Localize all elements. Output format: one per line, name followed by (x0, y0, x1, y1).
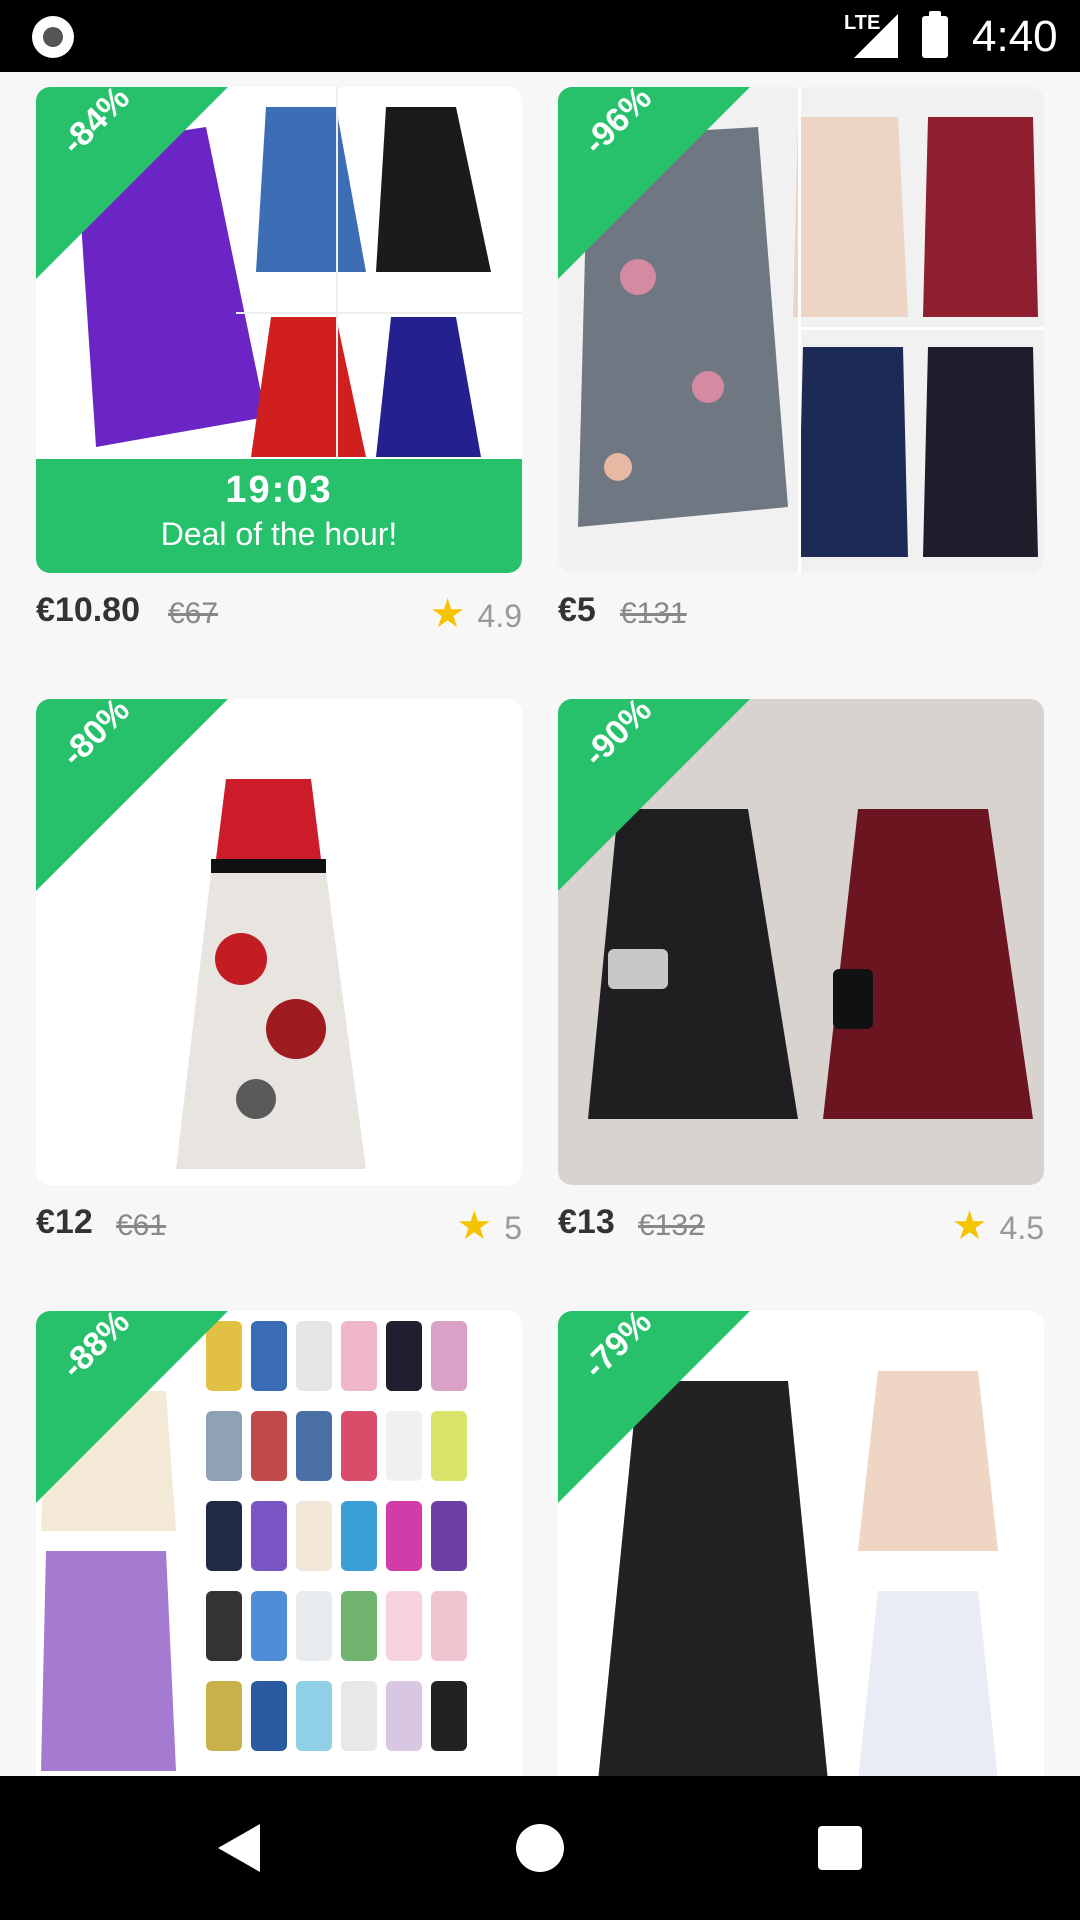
discount-ribbon (558, 699, 750, 891)
home-icon[interactable] (516, 1824, 564, 1872)
deal-banner: 19:03 Deal of the hour! (36, 459, 522, 573)
product-card[interactable]: -79% (558, 1311, 1044, 1776)
navigation-bar (0, 1776, 1080, 1920)
deal-timer: 19:03 (225, 469, 333, 511)
discount-ribbon (36, 699, 228, 891)
rating: ★ 4.5 (951, 1204, 1044, 1248)
old-price: €67 (168, 597, 219, 630)
product-card[interactable]: -80% €12 €61 ★ 5 (36, 699, 522, 1248)
star-icon: ★ (456, 1204, 493, 1248)
price: €5 (558, 591, 596, 629)
product-card[interactable]: -96% €5 €131 (558, 87, 1044, 630)
star-icon: ★ (951, 1204, 988, 1248)
signal-icon (854, 14, 898, 58)
clock: 4:40 (972, 12, 1058, 61)
product-card[interactable]: -88% (36, 1311, 522, 1776)
price: €10.80 (36, 591, 140, 629)
product-grid[interactable]: -84% 19:03 Deal of the hour! €10.80 €67 … (0, 72, 1080, 1776)
rating: ★ 5 (456, 1204, 522, 1248)
rating: ★ 4.9 (429, 592, 522, 636)
recent-apps-icon[interactable] (818, 1826, 862, 1870)
status-bar: LTE 4:40 (0, 0, 1080, 72)
discount-ribbon (558, 1311, 750, 1503)
deal-label: Deal of the hour! (160, 516, 398, 552)
discount-ribbon (36, 1311, 228, 1503)
star-icon: ★ (429, 592, 466, 636)
discount-ribbon (36, 87, 228, 279)
old-price: €132 (638, 1209, 705, 1242)
price: €12 (36, 1203, 93, 1241)
product-image[interactable]: -84% 19:03 Deal of the hour! (36, 87, 522, 573)
battery-icon (922, 11, 948, 58)
back-icon[interactable] (218, 1824, 260, 1872)
product-image[interactable]: -90% (558, 699, 1044, 1185)
product-image[interactable]: -96% (558, 87, 1044, 573)
product-image[interactable]: -80% (36, 699, 522, 1185)
product-card[interactable]: -90% €13 €132 ★ 4.5 (558, 699, 1044, 1248)
product-image[interactable]: -79% (558, 1311, 1044, 1776)
discount-ribbon (558, 87, 750, 279)
product-card[interactable]: -84% 19:03 Deal of the hour! €10.80 €67 … (36, 87, 522, 636)
old-price: €131 (620, 597, 687, 630)
price: €13 (558, 1203, 615, 1241)
old-price: €61 (116, 1209, 167, 1242)
product-image[interactable]: -88% (36, 1311, 522, 1776)
record-icon (32, 16, 74, 58)
